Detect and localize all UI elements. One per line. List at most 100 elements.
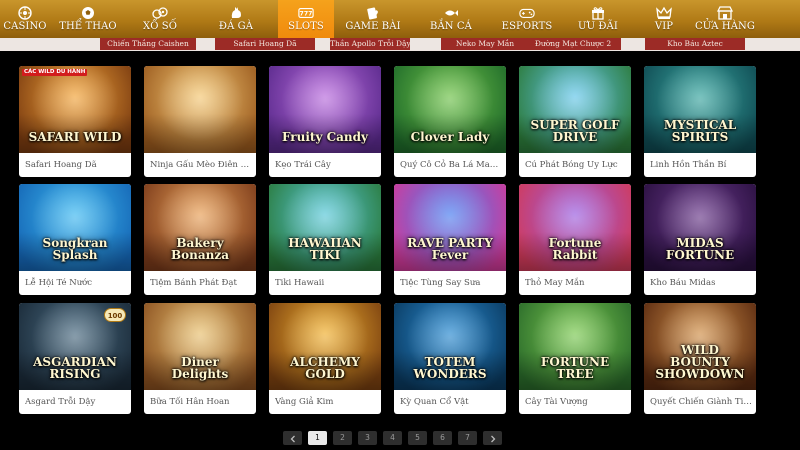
game-thumbnail: SAFARI WILD CÁC WILD DU HÀNH <box>19 66 131 153</box>
game-logo-text: Diner Delights <box>171 355 229 381</box>
top-nav: CASINO THỂ THAO XỔ SỐ ĐÁ GÀ 777 SLOTS GAME BÀI… <box>0 0 800 38</box>
game-title: Safari Hoang Dã <box>25 160 97 170</box>
game-title: Tiki Hawaii <box>275 278 325 288</box>
provider-tab-chien-thang-caishen[interactable]: Chiến Thắng Caishen <box>100 38 196 50</box>
gamepad-icon <box>519 6 535 20</box>
nav-item-label: VIP <box>654 21 674 32</box>
lottery-balls-icon <box>152 6 168 20</box>
playing-cards-icon <box>365 6 381 20</box>
game-card[interactable]: Ninja Gấu Mèo Điên Cuồng <box>144 66 256 177</box>
game-card[interactable]: HAWAIIAN TIKI Tiki Hawaii <box>269 184 381 295</box>
crown-icon <box>656 6 672 20</box>
page-button-4[interactable]: 4 <box>383 431 402 445</box>
next-page-button[interactable] <box>483 431 502 445</box>
fish-icon <box>443 6 459 20</box>
provider-tab-than-apollo-troi-day[interactable]: Thần Apollo Trỗi Dậy <box>330 38 410 50</box>
game-card[interactable]: RAVE PARTY Fever Tiệc Tùng Say Sưa <box>394 184 506 295</box>
provider-tab-kho-bau-aztec[interactable]: Kho Báu Aztec <box>645 38 745 50</box>
game-logo-text: HAWAIIAN TIKI <box>288 236 362 262</box>
thumbnail-art <box>144 66 256 153</box>
game-title: Kỳ Quan Cổ Vật <box>400 397 469 407</box>
nav-item-uu-dai[interactable]: ƯU ĐÃI <box>564 0 632 38</box>
game-thumbnail: Songkran Splash <box>19 184 131 271</box>
prev-page-button[interactable] <box>283 431 302 445</box>
nav-item-esports[interactable]: ESPORTS <box>490 0 564 38</box>
page-button-7[interactable]: 7 <box>458 431 477 445</box>
feature-badge: CÁC WILD DU HÀNH <box>22 69 88 76</box>
gift-icon <box>590 6 606 20</box>
game-card[interactable]: TOTEM WONDERS Kỳ Quan Cổ Vật <box>394 303 506 414</box>
game-thumbnail: WILD BOUNTY SHOWDOWN <box>644 303 756 390</box>
game-title: Cú Phát Bóng Uy Lực <box>525 160 618 170</box>
game-card[interactable]: MIDAS FORTUNE Kho Báu Midas <box>644 184 756 295</box>
game-title: Cây Tài Vượng <box>525 397 588 407</box>
nav-item-cua-hang[interactable]: CỬA HÀNG <box>695 0 755 38</box>
provider-tab-safari-hoang-da[interactable]: Safari Hoang Dã <box>215 38 315 50</box>
chevron-right-icon <box>489 434 497 448</box>
game-title: Ninja Gấu Mèo Điên Cuồng <box>150 160 252 170</box>
page-button-6[interactable]: 6 <box>433 431 452 445</box>
game-card[interactable]: MYSTICAL SPIRITS Linh Hồn Thần Bí <box>644 66 756 177</box>
provider-tab-duong-mat-chuoc-2[interactable]: Đường Mạt Chược 2 <box>525 38 621 50</box>
nav-item-label: SLOTS <box>288 21 324 32</box>
nav-item-label: ESPORTS <box>501 21 553 32</box>
chevron-left-icon <box>289 434 297 448</box>
nav-item-the-thao[interactable]: THỂ THAO <box>50 0 126 38</box>
shop-icon <box>717 6 733 20</box>
game-card[interactable]: ASGARDIAN RISING 100 Asgard Trỗi Dậy <box>19 303 131 414</box>
game-title: Kẹo Trái Cây <box>275 160 331 170</box>
slot-777-icon: 777 <box>298 6 314 20</box>
game-card[interactable]: SUPER GOLF DRIVE Cú Phát Bóng Uy Lực <box>519 66 631 177</box>
game-card[interactable]: Songkran Splash Lễ Hội Té Nước <box>19 184 131 295</box>
game-thumbnail: Fruity Candy <box>269 66 381 153</box>
page-button-2[interactable]: 2 <box>333 431 352 445</box>
game-thumbnail: Clover Lady <box>394 66 506 153</box>
page-button-1[interactable]: 1 <box>308 431 327 445</box>
game-logo-text: Fortune Rabbit <box>548 236 602 262</box>
nav-item-label: XỔ SỐ <box>142 21 178 32</box>
game-card[interactable]: Fruity Candy Kẹo Trái Cây <box>269 66 381 177</box>
nav-item-slots[interactable]: 777 SLOTS <box>278 0 334 38</box>
game-thumbnail: FORTUNE TREE <box>519 303 631 390</box>
game-card[interactable]: WILD BOUNTY SHOWDOWN Quyết Chiến Giành Ti… <box>644 303 756 414</box>
game-title: Tiệm Bánh Phát Đạt <box>150 278 237 288</box>
game-logo-text: ALCHEMY GOLD <box>290 355 360 381</box>
nav-item-da-ga[interactable]: ĐÁ GÀ <box>194 0 278 38</box>
provider-tab-neko-may-man[interactable]: Neko May Mắn <box>441 38 529 50</box>
game-card[interactable]: Clover Lady Quý Cô Cỏ Ba Lá May Mắn <box>394 66 506 177</box>
game-thumbnail: MIDAS FORTUNE <box>644 184 756 271</box>
game-card[interactable]: SAFARI WILD CÁC WILD DU HÀNH Safari Hoang … <box>19 66 131 177</box>
game-card[interactable]: ALCHEMY GOLD Vàng Giả Kim <box>269 303 381 414</box>
game-thumbnail: Diner Delights <box>144 303 256 390</box>
roulette-icon <box>17 6 33 20</box>
game-logo-text: SAFARI WILD <box>28 130 122 144</box>
game-title: Quý Cô Cỏ Ba Lá May Mắn <box>400 160 502 170</box>
nav-item-label: CỬA HÀNG <box>695 21 755 32</box>
game-thumbnail: MYSTICAL SPIRITS <box>644 66 756 153</box>
game-logo-text: Clover Lady <box>410 130 490 144</box>
nav-item-label: ƯU ĐÃI <box>578 21 618 32</box>
nav-item-label: THỂ THAO <box>59 21 117 32</box>
game-title: Asgard Trỗi Dậy <box>25 397 96 407</box>
nav-item-casino[interactable]: CASINO <box>0 0 50 38</box>
nav-item-xo-so[interactable]: XỔ SỐ <box>126 0 194 38</box>
rooster-icon <box>228 6 244 20</box>
game-card[interactable]: Fortune Rabbit Thỏ May Mắn <box>519 184 631 295</box>
game-thumbnail: SUPER GOLF DRIVE <box>519 66 631 153</box>
game-title: Quyết Chiến Giành Tiền Thưởng <box>650 397 752 407</box>
game-logo-text: Fruity Candy <box>281 130 369 144</box>
game-card[interactable]: Bakery Bonanza Tiệm Bánh Phát Đạt <box>144 184 256 295</box>
game-card[interactable]: FORTUNE TREE Cây Tài Vượng <box>519 303 631 414</box>
soccer-ball-icon <box>80 6 96 20</box>
nav-item-label: ĐÁ GÀ <box>218 21 254 32</box>
game-card[interactable]: Diner Delights Bữa Tối Hân Hoan <box>144 303 256 414</box>
game-title: Tiệc Tùng Say Sưa <box>400 278 481 288</box>
game-title: Thỏ May Mắn <box>525 278 585 288</box>
page-button-5[interactable]: 5 <box>408 431 427 445</box>
slot-provider-strip: Chiến Thắng Caishen Safari Hoang Dã Thần A… <box>0 38 800 51</box>
nav-item-game-bai[interactable]: GAME BÀI <box>334 0 412 38</box>
game-thumbnail <box>144 66 256 153</box>
nav-item-ban-ca[interactable]: BẮN CÁ <box>412 0 490 38</box>
nav-item-vip[interactable]: VIP <box>632 0 696 38</box>
page-button-3[interactable]: 3 <box>358 431 377 445</box>
